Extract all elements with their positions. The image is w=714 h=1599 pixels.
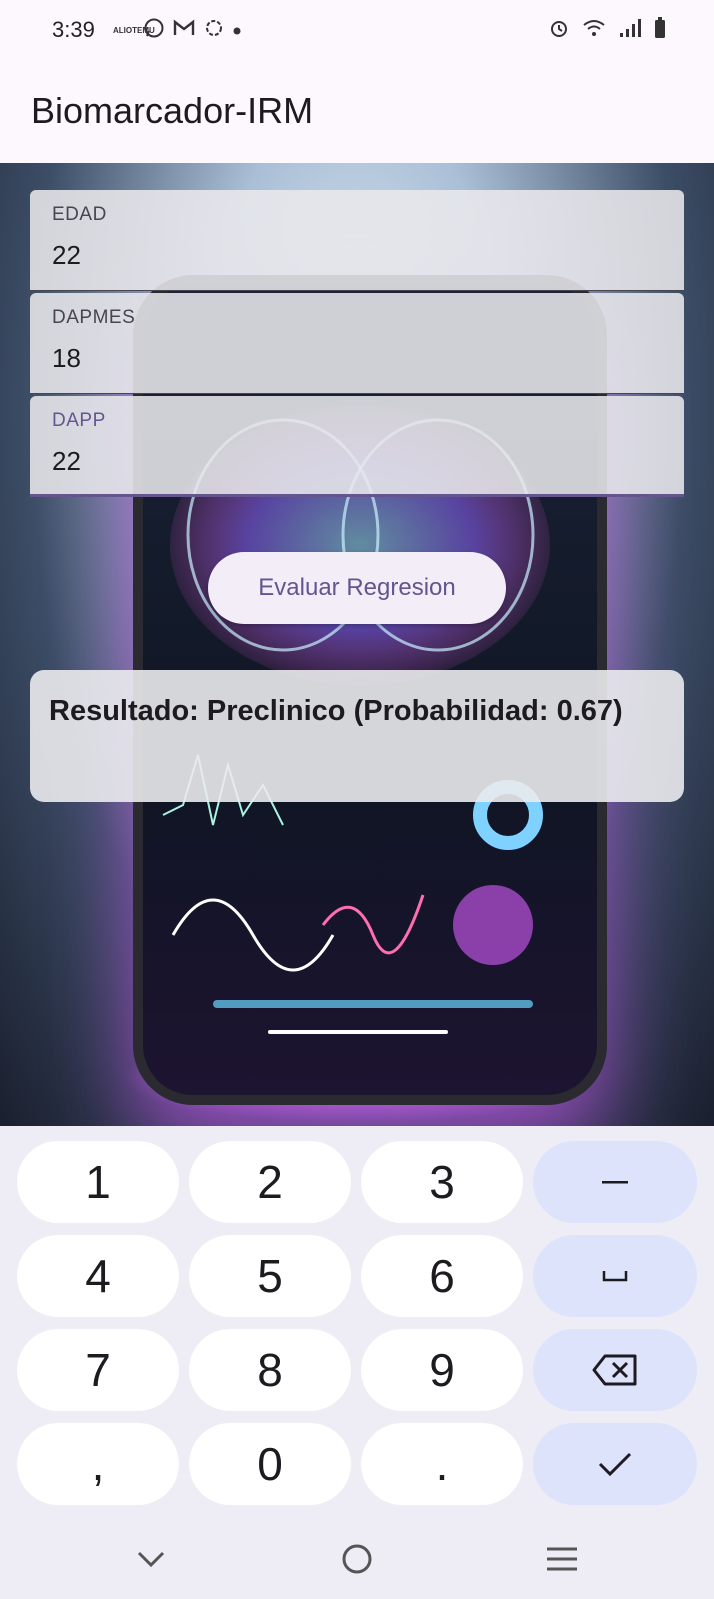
numeric-keyboard: 1 2 3 4 5 6 7 8 9 , 0 .	[0, 1126, 714, 1515]
back-chevron-icon[interactable]	[131, 1539, 171, 1579]
key-2[interactable]: 2	[189, 1141, 351, 1223]
chatgpt-icon	[203, 17, 225, 44]
wifi-icon	[582, 18, 606, 43]
system-icons	[548, 17, 666, 44]
result-text: Resultado: Preclinico (Probabilidad: 0.6…	[49, 695, 623, 727]
page-title: Biomarcador-IRM	[31, 90, 314, 131]
minus-icon	[602, 1181, 628, 1184]
recents-menu-icon[interactable]	[542, 1539, 582, 1579]
dapmes-label: DAPMES	[52, 307, 136, 328]
whatsapp-icon	[143, 17, 165, 44]
dapp-field[interactable]: DAPP 22	[30, 396, 684, 497]
key-6[interactable]: 6	[361, 1235, 523, 1317]
evaluate-regression-button[interactable]: Evaluar Regresion	[208, 552, 506, 624]
result-card: Resultado: Preclinico (Probabilidad: 0.6…	[30, 670, 684, 802]
key-4[interactable]: 4	[17, 1235, 179, 1317]
backspace-icon	[592, 1354, 637, 1386]
key-9[interactable]: 9	[361, 1329, 523, 1411]
hero-background: EDAD 22 DAPMES 18 DAPP 22	[0, 163, 714, 1126]
status-bar: 3:39 ALIOTEMU	[0, 0, 714, 62]
key-8[interactable]: 8	[189, 1329, 351, 1411]
backspace-key[interactable]	[533, 1329, 697, 1411]
status-time: 3:39	[52, 17, 95, 42]
dapp-label: DAPP	[52, 410, 106, 431]
comma-key[interactable]: ,	[17, 1423, 179, 1505]
space-icon	[602, 1271, 628, 1282]
key-3[interactable]: 3	[361, 1141, 523, 1223]
edad-field[interactable]: EDAD 22	[30, 190, 684, 291]
checkmark-icon	[598, 1452, 632, 1477]
minus-key[interactable]	[533, 1141, 697, 1223]
dot-icon	[233, 22, 241, 40]
key-5[interactable]: 5	[189, 1235, 351, 1317]
temu-icon: ALIOTEMU	[113, 25, 155, 35]
battery-icon	[654, 17, 666, 44]
app-bar: Biomarcador-IRM	[0, 62, 714, 163]
home-circle-icon[interactable]	[337, 1539, 377, 1579]
key-7[interactable]: 7	[17, 1329, 179, 1411]
key-1[interactable]: 1	[17, 1141, 179, 1223]
key-0[interactable]: 0	[189, 1423, 351, 1505]
dapmes-value[interactable]: 18	[52, 343, 81, 374]
dapp-value[interactable]: 22	[52, 446, 81, 477]
system-nav-bar	[0, 1515, 714, 1599]
period-key[interactable]: .	[361, 1423, 523, 1505]
gmail-icon	[173, 19, 195, 42]
signal-icon	[618, 18, 642, 43]
edad-label: EDAD	[52, 204, 107, 225]
edad-value[interactable]: 22	[52, 240, 81, 271]
space-key[interactable]	[533, 1235, 697, 1317]
done-key[interactable]	[533, 1423, 697, 1505]
dapmes-field[interactable]: DAPMES 18	[30, 293, 684, 394]
alarm-icon	[548, 17, 570, 44]
notification-icons: ALIOTEMU	[113, 17, 241, 44]
